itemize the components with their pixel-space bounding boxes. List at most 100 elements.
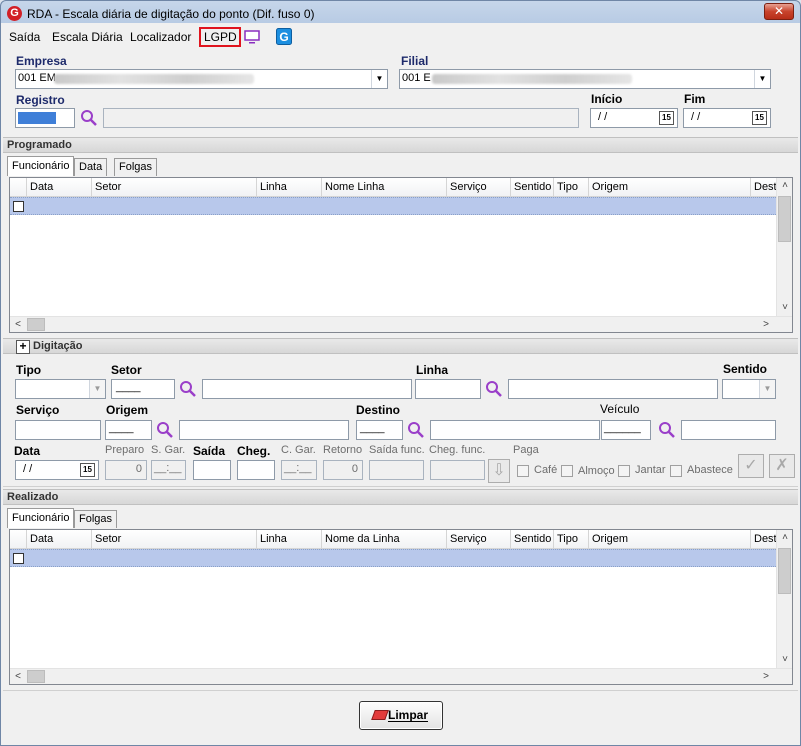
calendar-icon[interactable]: 15 <box>752 111 767 125</box>
col-servico[interactable]: Serviço <box>447 178 511 197</box>
scroll-right-icon[interactable]: > <box>758 669 774 684</box>
abastece-checkbox[interactable] <box>670 465 682 477</box>
scroll-thumb[interactable] <box>27 318 45 331</box>
search-icon[interactable] <box>156 421 174 439</box>
menu-saida[interactable]: Saída <box>9 30 40 44</box>
table-row[interactable] <box>10 549 778 567</box>
calendar-icon[interactable]: 15 <box>80 463 95 477</box>
chevron-down-icon[interactable]: ▼ <box>759 380 775 398</box>
scroll-thumb[interactable] <box>778 548 791 594</box>
col-data[interactable]: Data <box>27 530 92 549</box>
cheg-input[interactable] <box>237 460 275 480</box>
sentido-combo[interactable]: ▼ <box>722 379 776 399</box>
title-bar[interactable]: G RDA - Escala diária de digitação do po… <box>1 1 800 26</box>
linha-description[interactable] <box>508 379 718 399</box>
saida-func-input[interactable] <box>369 460 424 480</box>
destino-description[interactable] <box>430 420 600 440</box>
scroll-down-icon[interactable]: ˅ <box>777 652 792 668</box>
globus-logo-icon[interactable]: G <box>276 28 292 45</box>
cancel-x-icon[interactable]: ✗ <box>769 454 795 478</box>
search-icon[interactable] <box>407 421 425 439</box>
setor-input[interactable]: ____ <box>111 379 175 399</box>
col-nome-da-linha[interactable]: Nome da Linha <box>322 530 447 549</box>
jantar-checkbox[interactable] <box>618 465 630 477</box>
col-nome-linha[interactable]: Nome Linha <box>322 178 447 197</box>
chevron-down-icon[interactable]: ▼ <box>371 70 387 88</box>
veiculo-description[interactable] <box>681 420 776 440</box>
filial-combo[interactable]: 001 E ▼ <box>399 69 771 89</box>
col-tipo[interactable]: Tipo <box>554 530 589 549</box>
col-servico[interactable]: Serviço <box>447 530 511 549</box>
retorno-input[interactable]: 0 <box>323 460 363 480</box>
col-setor[interactable]: Setor <box>92 530 257 549</box>
cheg-func-input[interactable] <box>430 460 485 480</box>
col-setor[interactable]: Setor <box>92 178 257 197</box>
almoco-checkbox[interactable] <box>561 465 573 477</box>
origem-description[interactable] <box>179 420 349 440</box>
saida-input[interactable] <box>193 460 231 480</box>
scroll-thumb[interactable] <box>778 196 791 242</box>
col-linha[interactable]: Linha <box>257 530 322 549</box>
scroll-thumb[interactable] <box>27 670 45 683</box>
col-sentido[interactable]: Sentido <box>511 530 554 549</box>
registro-input[interactable] <box>15 108 75 128</box>
scroll-left-icon[interactable]: < <box>10 669 26 684</box>
confirm-checkmark-icon[interactable]: ✓ <box>738 454 764 478</box>
horizontal-scrollbar[interactable]: < > <box>10 668 792 684</box>
chevron-down-icon[interactable]: ▼ <box>754 70 770 88</box>
col-tipo[interactable]: Tipo <box>554 178 589 197</box>
menu-escala-diaria[interactable]: Escala Diária <box>52 30 123 44</box>
col-origem[interactable]: Origem <box>589 178 751 197</box>
data-date-field[interactable]: / / 15 <box>15 460 99 480</box>
setor-description[interactable] <box>202 379 412 399</box>
horizontal-scrollbar[interactable]: < > <box>10 316 792 332</box>
cafe-checkbox[interactable] <box>517 465 529 477</box>
scroll-down-icon[interactable]: ˅ <box>777 300 792 316</box>
tipo-combo[interactable]: ▼ <box>15 379 106 399</box>
row-checkbox[interactable] <box>13 201 24 212</box>
filial-value: 001 E <box>402 72 431 84</box>
search-icon[interactable] <box>80 109 98 127</box>
close-button[interactable]: ✕ <box>764 3 794 20</box>
search-icon[interactable] <box>179 380 197 398</box>
sgar-input[interactable]: __:__ <box>151 460 186 480</box>
tab-data[interactable]: Data <box>74 158 108 176</box>
row-checkbox[interactable] <box>13 553 24 564</box>
arrow-down-icon[interactable]: ⇩ <box>488 459 510 483</box>
scroll-up-icon[interactable]: ˄ <box>777 530 792 546</box>
empresa-combo[interactable]: 001 EM ▼ <box>15 69 388 89</box>
origem-input[interactable]: ____ <box>105 420 152 440</box>
inicio-date-field[interactable]: / / 15 <box>590 108 678 128</box>
destino-input[interactable]: ____ <box>356 420 403 440</box>
scroll-left-icon[interactable]: < <box>10 317 26 332</box>
cgar-input[interactable]: __:__ <box>281 460 317 480</box>
servico-input[interactable] <box>15 420 101 440</box>
calendar-icon[interactable]: 15 <box>659 111 674 125</box>
search-icon[interactable] <box>658 421 676 439</box>
tab-funcionario[interactable]: Funcionário <box>7 156 75 176</box>
vertical-scrollbar[interactable]: ˄ ˅ <box>776 530 792 668</box>
tab-folgas[interactable]: Folgas <box>74 510 118 528</box>
linha-input[interactable] <box>415 379 481 399</box>
scroll-up-icon[interactable]: ˄ <box>777 178 792 194</box>
limpar-button[interactable]: Limpar <box>359 701 443 730</box>
vertical-scrollbar[interactable]: ˄ ˅ <box>776 178 792 316</box>
chevron-down-icon[interactable]: ▼ <box>89 380 105 398</box>
search-icon[interactable] <box>485 380 503 398</box>
monitor-icon[interactable] <box>244 29 260 45</box>
menu-lgpd[interactable]: LGPD <box>204 30 237 44</box>
abastece-label: Abastece <box>687 464 733 476</box>
preparo-input[interactable]: 0 <box>105 460 147 480</box>
col-data[interactable]: Data <box>27 178 92 197</box>
expand-button[interactable]: + <box>16 340 30 354</box>
scroll-right-icon[interactable]: > <box>758 317 774 332</box>
col-origem[interactable]: Origem <box>589 530 751 549</box>
tab-folgas[interactable]: Folgas <box>114 158 158 176</box>
fim-date-field[interactable]: / / 15 <box>683 108 771 128</box>
table-row[interactable] <box>10 197 778 215</box>
menu-localizador[interactable]: Localizador <box>130 30 191 44</box>
veiculo-input[interactable]: ______ <box>601 420 651 440</box>
tab-funcionario[interactable]: Funcionário <box>7 508 75 528</box>
col-sentido[interactable]: Sentido <box>511 178 554 197</box>
col-linha[interactable]: Linha <box>257 178 322 197</box>
